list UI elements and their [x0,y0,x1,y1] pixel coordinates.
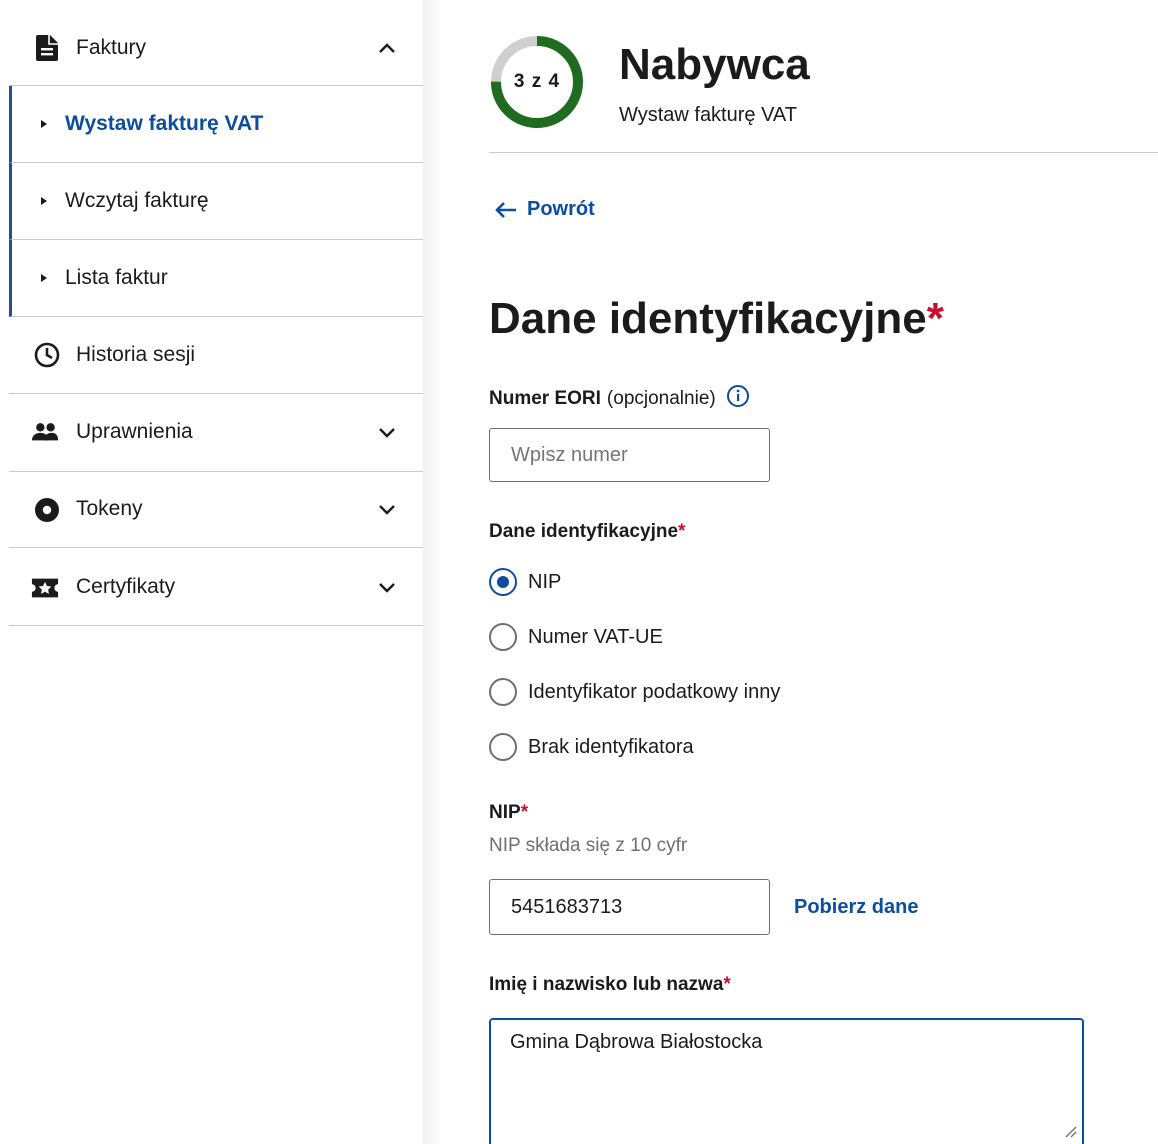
fetch-data-button[interactable]: Pobierz dane [794,896,918,919]
name-textarea[interactable]: Gmina Dąbrowa Białostocka [489,1018,1084,1144]
sidebar-item-label: Certyfikaty [76,575,176,598]
radio-no-identifier[interactable]: Brak identyfikatora [489,733,694,761]
radio-label: NIP [528,570,562,593]
chevron-up-icon[interactable] [377,38,397,58]
name-label-text: Imię i nazwisko lub nazwa [489,974,724,995]
caret-right-icon [41,274,47,282]
radio-label: Identyfikator podatkowy inny [528,680,781,703]
eori-optional-text: (opcjonalnie) [606,388,716,409]
nip-label: NIP* [489,802,528,824]
people-icon [31,418,59,446]
sidebar-item-label: Historia sesji [76,343,196,366]
nip-hint: NIP składa się z 10 cyfr [489,835,688,856]
sidebar-item-faktury[interactable]: Faktury [9,10,423,86]
back-link-label: Powrót [527,198,595,220]
caret-right-icon [41,120,47,128]
section-title: Dane identyfikacyjne* [489,294,944,344]
sidebar-item-label: Uprawnienia [76,420,193,443]
radio-vat-ue[interactable]: Numer VAT-UE [489,623,663,651]
section-title-text: Dane identyfikacyjne [489,294,927,343]
sidebar-subitem-label: Wystaw fakturę VAT [65,112,264,135]
sidebar-item-tokeny[interactable]: Tokeny [9,472,423,548]
radio-label: Brak identyfikatora [528,735,694,758]
radio-button[interactable] [489,678,517,706]
radio-button[interactable] [489,623,517,651]
clock-icon [33,341,61,369]
token-icon [33,496,61,524]
radio-other-tax-id[interactable]: Identyfikator podatkowy inny [489,678,780,706]
identification-label-text: Dane identyfikacyjne [489,521,679,542]
info-icon[interactable] [726,384,750,414]
required-marker: * [520,802,529,823]
sidebar-item-label: Faktury [76,36,147,59]
back-link[interactable]: Powrót [495,198,595,221]
eori-label: Numer EORI (opcjonalnie) [489,384,750,414]
nip-input[interactable] [489,879,770,935]
chevron-down-icon[interactable] [377,500,397,520]
sidebar: Faktury Wystaw fakturę VAT Wczytaj faktu… [0,0,423,1144]
document-icon [33,34,61,62]
required-marker: * [926,294,944,343]
nip-label-text: NIP [489,802,521,823]
step-counter: 3 z 4 [513,71,561,92]
sidebar-subitem-label: Wczytaj fakturę [65,189,209,212]
radio-button[interactable] [489,733,517,761]
sidebar-subitem-wystaw-fakture-vat[interactable]: Wystaw fakturę VAT [9,86,423,163]
eori-input[interactable] [489,428,770,482]
page-subtitle: Wystaw fakturę VAT [619,104,798,126]
required-marker: * [678,521,686,542]
arrow-left-icon [495,201,516,218]
step-progress-ring: 3 z 4 [489,34,585,130]
name-label: Imię i nazwisko lub nazwa* [489,974,731,996]
sidebar-item-label: Tokeny [76,497,143,520]
eori-label-text: Numer EORI [489,388,601,409]
caret-right-icon [41,197,47,205]
sidebar-item-historia-sesji[interactable]: Historia sesji [9,317,423,394]
sidebar-shadow [423,0,443,1144]
header-divider [489,152,1158,153]
sidebar-subitem-wczytaj-fakture[interactable]: Wczytaj fakturę [9,163,423,240]
certificate-icon [31,574,59,602]
resize-grip-icon[interactable] [1063,1124,1077,1138]
radio-label: Numer VAT-UE [528,625,663,648]
radio-nip[interactable]: NIP [489,568,561,596]
identification-label: Dane identyfikacyjne* [489,521,685,543]
sidebar-item-certyfikaty[interactable]: Certyfikaty [9,548,423,626]
sidebar-item-uprawnienia[interactable]: Uprawnienia [9,394,423,472]
required-marker: * [723,974,731,995]
chevron-down-icon[interactable] [377,578,397,598]
sidebar-subitem-label: Lista faktur [65,266,168,289]
sidebar-subitem-lista-faktur[interactable]: Lista faktur [9,240,423,317]
page-title: Nabywca [619,40,810,89]
radio-button[interactable] [489,568,517,596]
chevron-down-icon[interactable] [377,423,397,443]
